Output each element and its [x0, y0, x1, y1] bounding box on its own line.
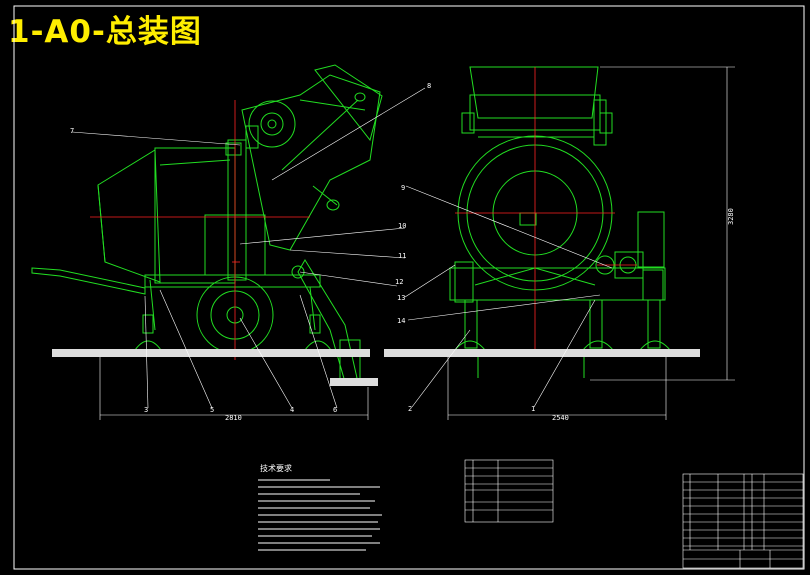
callout-2: 2 — [408, 405, 412, 413]
callout-4: 4 — [290, 406, 294, 414]
assembly-drawing: 2810 7 8 10 11 12 3 5 4 6 2540 3280 9 13… — [13, 5, 805, 570]
ground-slab-side — [52, 349, 370, 357]
tow-bar — [31, 267, 146, 295]
callout-6: 6 — [333, 406, 337, 414]
top-pulley — [248, 100, 296, 148]
ground-slab-front — [384, 349, 700, 357]
callout-13: 13 — [397, 294, 405, 302]
spec-table — [464, 459, 554, 523]
front-centerlines — [455, 67, 637, 355]
callout-7: 7 — [70, 127, 74, 135]
hopper — [469, 66, 599, 119]
callout-9: 9 — [401, 184, 405, 192]
tech-requirements-title: 技术要求 — [260, 463, 292, 473]
front-view — [449, 66, 671, 378]
dimension-height: 3280 — [727, 208, 735, 225]
callout-12: 12 — [395, 278, 403, 286]
dimension-front-width: 2540 — [552, 414, 569, 422]
callout-10: 10 — [398, 222, 406, 230]
callout-14: 14 — [397, 317, 405, 325]
sheet-border — [13, 5, 805, 570]
callout-1: 1 — [531, 405, 535, 413]
side-centerlines — [90, 100, 310, 360]
dimension-side-width: 2810 — [225, 414, 242, 422]
title-block — [682, 473, 804, 569]
callout-11: 11 — [398, 252, 406, 260]
callout-5: 5 — [210, 406, 214, 414]
side-view — [31, 64, 383, 383]
tech-requirements-lines — [258, 479, 382, 551]
front-frame — [449, 267, 666, 301]
callout-8: 8 — [427, 82, 431, 90]
drum-cone — [97, 149, 161, 283]
callout-3: 3 — [144, 406, 148, 414]
